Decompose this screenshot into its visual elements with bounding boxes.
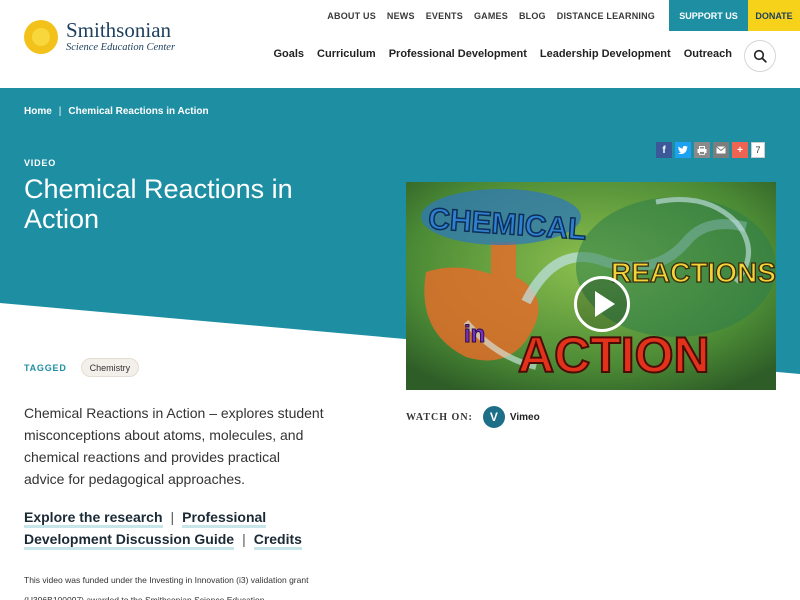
share-count: 7 (751, 142, 765, 158)
play-button[interactable] (574, 276, 630, 332)
content-type-label: VIDEO (24, 158, 57, 168)
sunburst-logo-icon (21, 17, 61, 57)
breadcrumb-home[interactable]: Home (24, 106, 52, 117)
logo-subtitle: Science Education Center (66, 42, 176, 54)
resource-links: Explore the research | Professional Develo… (24, 506, 324, 550)
video-word-action: ACTION (518, 327, 710, 383)
site-header: Smithsonian Science Education Center ABO… (0, 0, 800, 88)
breadcrumb-separator: | (58, 106, 62, 117)
donate-button[interactable]: DONATE (748, 0, 800, 31)
print-icon[interactable] (694, 142, 710, 158)
video-word-reactions: REACTIONS (611, 257, 776, 288)
utility-nav: ABOUT US NEWS EVENTS GAMES BLOG DISTANCE… (316, 0, 800, 31)
utility-link-blog[interactable]: BLOG (519, 11, 546, 21)
breadcrumb-current: Chemical Reactions in Action (68, 106, 209, 117)
video-description: Chemical Reactions in Action – explores … (24, 405, 324, 487)
link-separator: | (242, 531, 246, 547)
credits-link[interactable]: Credits (253, 531, 302, 550)
page-title: Chemical Reactions in Action (24, 174, 293, 234)
utility-link-about-us[interactable]: ABOUT US (327, 11, 376, 21)
logo-name: Smithsonian (66, 18, 172, 43)
twitter-icon[interactable] (675, 142, 691, 158)
utility-link-events[interactable]: EVENTS (426, 11, 463, 21)
smithsonian-logo[interactable]: Smithsonian Science Education Center (21, 17, 176, 57)
tags: TAGGED Chemistry (24, 358, 140, 377)
watch-on: WATCH ON: V Vimeo (406, 406, 540, 428)
utility-link-news[interactable]: NEWS (387, 11, 415, 21)
search-button[interactable] (744, 40, 776, 72)
utility-link-games[interactable]: GAMES (474, 11, 508, 21)
facebook-icon[interactable]: f (656, 142, 672, 158)
nav-outreach[interactable]: Outreach (684, 48, 732, 60)
search-icon (753, 49, 767, 63)
nav-curriculum[interactable]: Curriculum (317, 48, 376, 60)
nav-goals[interactable]: Goals (273, 48, 304, 60)
play-icon (594, 291, 615, 317)
funding-note: This video was funded under the Investin… (24, 575, 309, 600)
share-bar: f + 7 (656, 142, 765, 158)
utility-link-distance-learning[interactable]: DISTANCE LEARNING (557, 11, 655, 21)
vimeo-icon[interactable]: V (482, 406, 505, 428)
nav-professional-development[interactable]: Professional Development (389, 48, 527, 60)
tag-chemistry[interactable]: Chemistry (80, 358, 140, 377)
video-word-in: in (464, 321, 485, 348)
link-separator: | (170, 509, 175, 525)
nav-leadership-development[interactable]: Leadership Development (540, 48, 671, 60)
breadcrumb: Home | Chemical Reactions in Action (24, 106, 209, 117)
main-nav: Goals Curriculum Professional Developmen… (260, 48, 732, 60)
email-icon[interactable] (713, 142, 729, 158)
explore-research-link[interactable]: Explore the research (24, 509, 163, 528)
vimeo-link[interactable]: Vimeo (510, 412, 540, 423)
watch-on-label: WATCH ON: (406, 411, 473, 423)
tags-label: TAGGED (24, 362, 67, 373)
plus-icon[interactable]: + (732, 142, 748, 158)
support-us-button[interactable]: SUPPORT US (669, 0, 748, 31)
